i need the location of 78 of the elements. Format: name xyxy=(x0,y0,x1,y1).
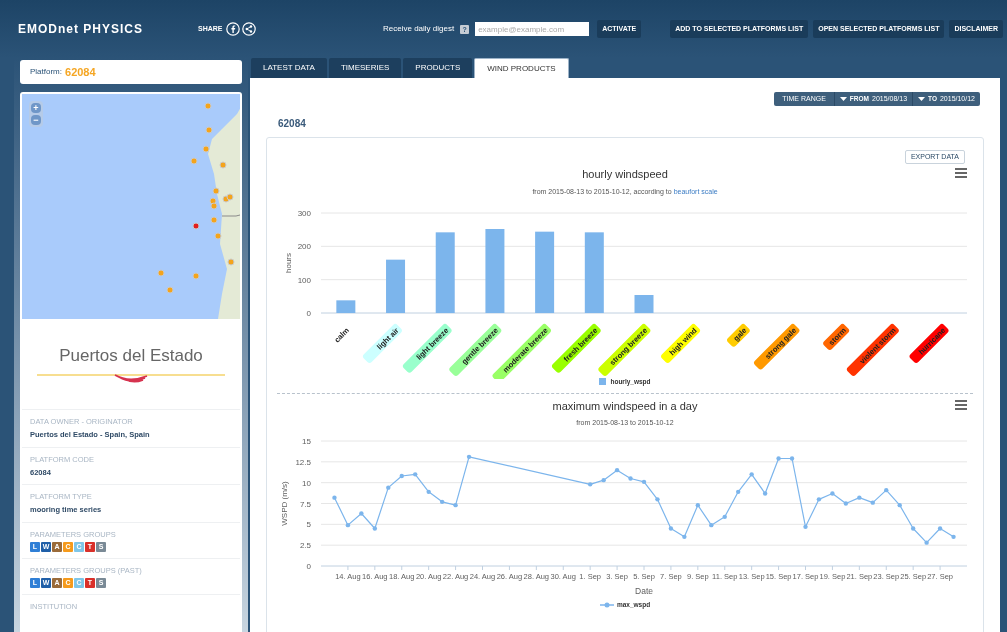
data-point xyxy=(628,476,633,481)
data-point xyxy=(413,471,418,477)
data-point xyxy=(897,502,902,508)
share-icon[interactable] xyxy=(241,22,256,36)
data-point xyxy=(386,485,391,490)
tab[interactable]: LATEST DATA xyxy=(251,58,327,78)
platform-heading: 62084 xyxy=(278,117,307,131)
data-point xyxy=(830,491,835,496)
data-point xyxy=(655,496,660,502)
axis-tick-label: 10 xyxy=(302,478,311,488)
menu-icon[interactable] xyxy=(955,168,967,178)
tab[interactable]: WIND PRODUCTS xyxy=(474,58,569,78)
data-point xyxy=(924,540,929,545)
digest-label: Receive daily digest xyxy=(383,23,455,35)
bar xyxy=(386,259,406,313)
axis-tick-label: 200 xyxy=(297,242,311,252)
email-field[interactable]: example@example.com xyxy=(475,22,590,36)
axis-tick-label: 0 xyxy=(306,561,311,571)
data-point xyxy=(762,491,768,496)
axis-tick-label: 12.5 xyxy=(295,457,311,467)
data-point xyxy=(749,471,754,477)
chart-title: maximum windspeed in a day xyxy=(552,398,698,414)
caret-icon xyxy=(918,96,926,102)
platform-code: 62084 xyxy=(65,64,96,80)
data-point xyxy=(857,495,862,500)
data-point xyxy=(587,481,593,487)
data-point xyxy=(843,501,849,506)
legend-swatch xyxy=(599,378,607,386)
data-point xyxy=(359,511,364,516)
data-point xyxy=(870,500,875,505)
tab[interactable]: TIMESERIES xyxy=(328,58,402,78)
legend-swatch xyxy=(599,601,614,608)
organization-logo-icon xyxy=(37,372,225,385)
data-point xyxy=(668,526,674,531)
data-point xyxy=(736,489,741,494)
axis-tick-label: 5 xyxy=(306,520,311,530)
data-point xyxy=(695,502,701,508)
axis-tick-label: 2.5 xyxy=(299,540,311,550)
data-point xyxy=(816,496,822,502)
data-point xyxy=(709,522,714,528)
axis-tick-label: 100 xyxy=(297,275,311,285)
data-point xyxy=(776,456,781,461)
platform-label: Platform: xyxy=(30,66,62,78)
menu-icon[interactable] xyxy=(955,399,967,410)
data-point xyxy=(722,514,727,519)
axis-tick-label: 15 xyxy=(302,436,311,446)
axis-title: Date xyxy=(635,585,653,596)
data-point xyxy=(345,522,351,528)
data-point xyxy=(372,526,378,531)
data-point xyxy=(789,456,795,461)
organization-logo-text: Puertos del Estado xyxy=(59,345,203,368)
axis-tick-label: 0 xyxy=(306,309,311,318)
data-point xyxy=(332,495,337,500)
data-point xyxy=(937,526,943,531)
data-point xyxy=(601,477,606,483)
data-point xyxy=(803,524,808,529)
data-point xyxy=(439,499,445,504)
data-point xyxy=(453,502,458,508)
data-point xyxy=(399,473,404,478)
data-point xyxy=(641,479,647,484)
data-point xyxy=(682,534,687,539)
chart-title: hourly windspeed xyxy=(582,167,668,182)
site-logo[interactable]: EMODnet PHYSICS xyxy=(18,20,198,38)
axis-tick-label: 7.5 xyxy=(299,499,311,509)
bar xyxy=(336,300,356,313)
facebook-icon[interactable] xyxy=(225,22,240,36)
data-point xyxy=(951,534,956,539)
tab[interactable]: PRODUCTS xyxy=(403,58,473,78)
caret-icon xyxy=(839,96,847,102)
axis-title: WSPD (m/s) xyxy=(280,481,289,526)
bar xyxy=(634,295,654,313)
data-point xyxy=(426,489,431,494)
axis-title: hours xyxy=(284,253,293,273)
data-point xyxy=(466,454,472,459)
axis-tick-label: 300 xyxy=(297,209,311,218)
data-point xyxy=(910,526,916,531)
data-point xyxy=(884,487,889,493)
data-point xyxy=(614,467,620,473)
